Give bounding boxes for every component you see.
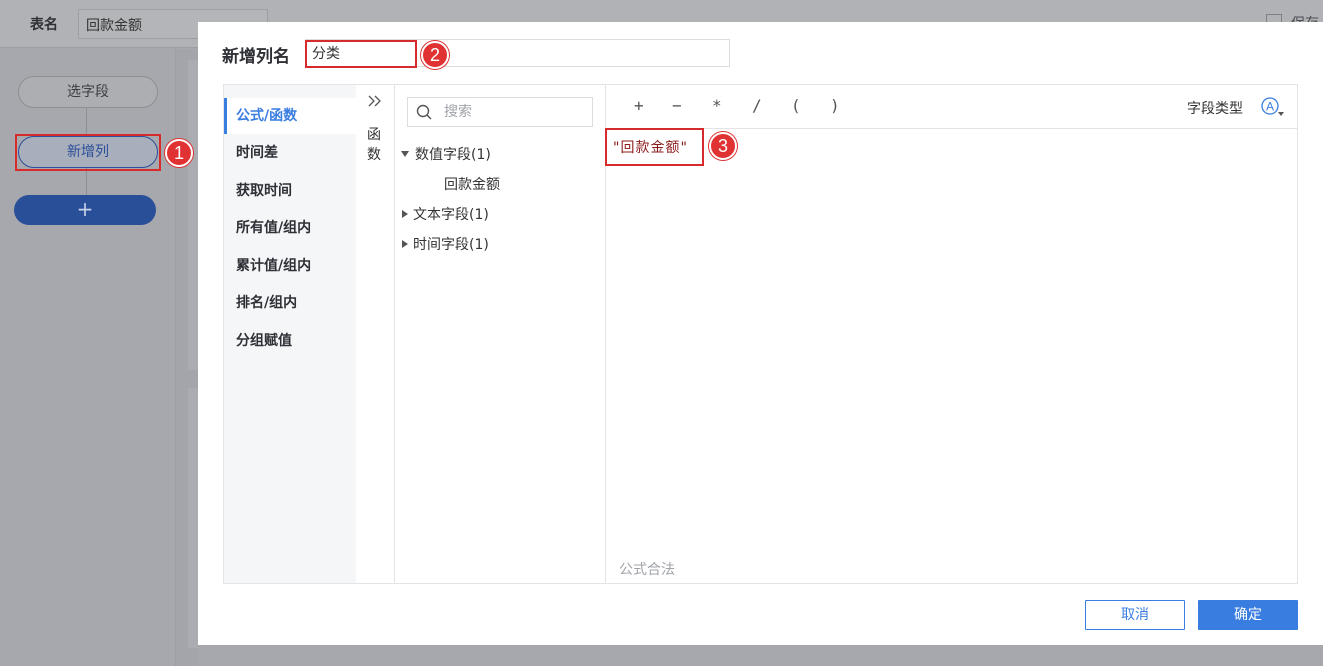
tree-group-label: 文本字段(1) (413, 207, 489, 223)
field-type-label: 字段类型 (1187, 101, 1243, 117)
field-list-panel: 数值字段(1) 回款金额 文本字段(1) 时间字段(1) (395, 85, 606, 583)
search-input[interactable] (444, 102, 584, 122)
operator-minus-button[interactable]: − (672, 96, 682, 115)
formula-editor: 公式/函数 时间差 获取时间 所有值/组内 累计值/组内 排名/组内 分组赋值 … (223, 84, 1298, 584)
caret-right-icon[interactable] (402, 210, 408, 218)
operator-toolbar: + − * / ( ) 字段类型 A (606, 85, 1297, 129)
field-type-dropdown-icon[interactable]: A (1261, 96, 1287, 118)
tree-group-time[interactable]: 时间字段(1) (401, 234, 489, 254)
tree-field-item[interactable]: 回款金额 (444, 174, 500, 194)
flow-node-select-fields[interactable]: 选字段 (18, 76, 158, 108)
function-panel-label: 函数 (367, 127, 381, 163)
table-name-label: 表名 (30, 17, 58, 33)
background-panel-edge (188, 388, 198, 648)
tree-group-numeric[interactable]: 数值字段(1) (401, 144, 491, 164)
callout-number-3: 3 (709, 132, 737, 160)
add-step-button[interactable]: + (14, 195, 156, 225)
category-get-time[interactable]: 获取时间 (224, 173, 356, 209)
background-panel-edge (188, 60, 198, 370)
operator-plus-button[interactable]: + (634, 96, 644, 115)
category-group-assign[interactable]: 分组赋值 (224, 323, 356, 359)
callout-number-2: 2 (421, 41, 449, 69)
callout-highlight-2 (305, 40, 417, 68)
category-formula-function[interactable]: 公式/函数 (224, 98, 356, 134)
double-chevron-right-icon[interactable] (367, 94, 383, 108)
category-list: 公式/函数 时间差 获取时间 所有值/组内 累计值/组内 排名/组内 分组赋值 (224, 85, 356, 583)
cancel-button[interactable]: 取消 (1085, 600, 1185, 630)
confirm-button[interactable]: 确定 (1198, 600, 1298, 630)
tree-group-label: 数值字段(1) (415, 147, 491, 163)
field-search[interactable] (407, 97, 593, 127)
callout-highlight-3 (605, 128, 704, 166)
function-panel-toggle[interactable]: 函数 (356, 85, 395, 583)
tree-group-text[interactable]: 文本字段(1) (401, 204, 489, 224)
category-rank[interactable]: 排名/组内 (224, 285, 356, 321)
category-all-values[interactable]: 所有值/组内 (224, 210, 356, 246)
dialog-title: 新增列名 (222, 47, 290, 67)
operator-multiply-button[interactable]: * (712, 96, 722, 115)
operator-divide-button[interactable]: / (752, 96, 762, 115)
category-cumulative[interactable]: 累计值/组内 (224, 248, 356, 284)
callout-highlight-1 (15, 134, 161, 171)
formula-status: 公式合法 (619, 562, 675, 578)
operator-right-paren-button[interactable]: ) (830, 96, 840, 115)
caret-right-icon[interactable] (402, 240, 408, 248)
search-icon (416, 104, 432, 120)
formula-area: + − * / ( ) 字段类型 A "回款金额" 公式合法 (606, 85, 1297, 583)
tree-group-label: 时间字段(1) (413, 237, 489, 253)
caret-down-icon[interactable] (401, 151, 409, 157)
flow-connector (86, 108, 87, 134)
callout-number-1: 1 (165, 139, 193, 167)
add-column-dialog: 新增列名 公式/函数 时间差 获取时间 所有值/组内 累计值/组内 排名/组内 … (198, 22, 1323, 645)
flow-connector (86, 167, 87, 197)
svg-text:A: A (1266, 100, 1274, 114)
operator-left-paren-button[interactable]: ( (791, 96, 801, 115)
category-time-diff[interactable]: 时间差 (224, 135, 356, 171)
